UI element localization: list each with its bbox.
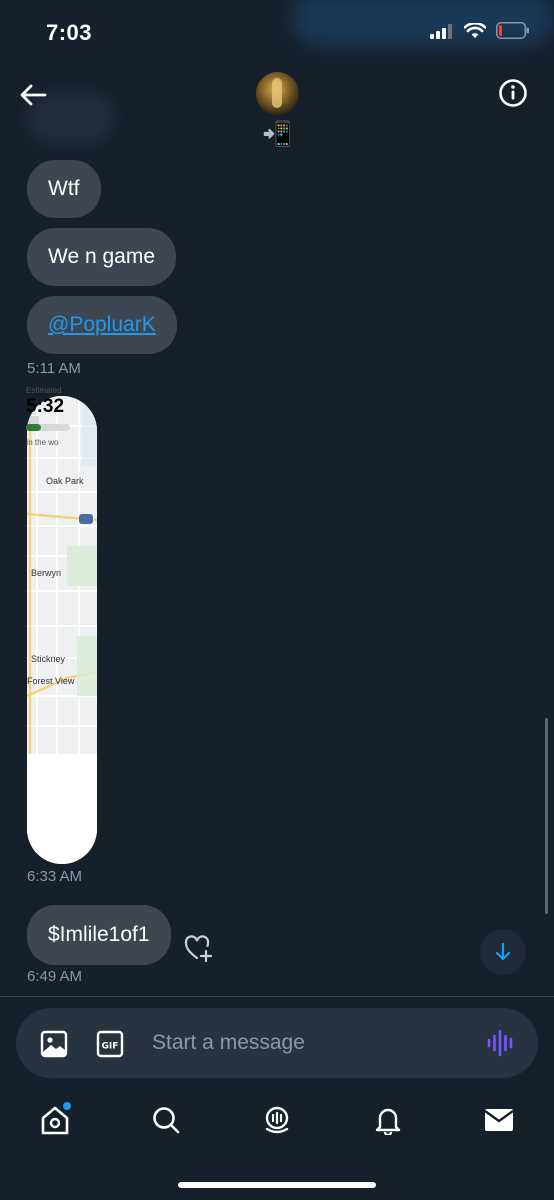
avatar[interactable] — [256, 72, 299, 115]
wifi-icon — [464, 22, 486, 38]
message-text: Wtf — [48, 177, 80, 200]
estimated-label: Estimated — [26, 386, 62, 395]
status-time: 7:03 — [46, 20, 93, 45]
map-info-panel — [27, 754, 97, 864]
message-bubble[interactable]: @PopluarK — [27, 296, 177, 354]
map-label: Berwyn — [31, 568, 62, 578]
add-gif-button[interactable]: GIF — [96, 1030, 124, 1058]
message-timestamp: 6:49 AM — [27, 968, 83, 985]
tab-notifications[interactable] — [370, 1102, 406, 1138]
tab-messages[interactable] — [481, 1102, 517, 1138]
header-display-name[interactable]: 📲 — [262, 120, 292, 150]
svg-text:GIF: GIF — [102, 1042, 119, 1052]
map-footer-text: In the wo — [26, 438, 59, 447]
gif-icon: GIF — [96, 1030, 124, 1058]
message-timestamp: 5:11 AM — [27, 360, 81, 377]
spaces-icon — [265, 1106, 289, 1134]
map-image: Oak Park Berwyn Stickney Forest View — [27, 396, 97, 754]
search-icon — [153, 1107, 180, 1134]
notification-dot — [63, 1102, 71, 1110]
message-composer: GIF — [16, 1008, 538, 1078]
message-bubble[interactable]: $Imlile1of1 — [27, 905, 171, 965]
image-icon — [40, 1030, 68, 1058]
map-image-card[interactable]: Oak Park Berwyn Stickney Forest View — [27, 396, 97, 864]
mention-link[interactable]: @PopluarK — [48, 313, 156, 337]
map-label: Forest View — [27, 676, 75, 686]
info-icon — [499, 79, 527, 107]
status-icons — [430, 22, 530, 39]
message-text: $Imlile1of1 — [48, 923, 150, 946]
scrollbar[interactable] — [545, 718, 548, 914]
tab-spaces[interactable] — [259, 1102, 295, 1138]
heart-plus-icon — [184, 935, 213, 963]
back-button[interactable] — [16, 78, 50, 112]
battery-icon — [496, 22, 529, 39]
tab-search[interactable] — [148, 1102, 184, 1138]
eta-progress-fill — [26, 424, 42, 431]
divider — [0, 996, 554, 997]
conversation-header: 📲 — [0, 64, 554, 160]
voice-message-button[interactable] — [486, 1028, 516, 1058]
map-label: Oak Park — [46, 476, 84, 486]
message-bubble[interactable]: Wtf — [27, 160, 101, 218]
react-button[interactable] — [184, 934, 214, 963]
signal-icon — [430, 23, 452, 39]
arrow-left-icon — [20, 84, 47, 106]
mail-icon — [484, 1109, 514, 1131]
home-indicator[interactable] — [178, 1182, 376, 1188]
message-timestamp: 6:33 AM — [27, 868, 83, 885]
message-text: We n game — [48, 245, 155, 268]
arrow-down-icon — [495, 942, 511, 961]
add-image-button[interactable] — [40, 1030, 68, 1058]
map-label: Stickney — [31, 654, 66, 664]
eta-time: 5:32 — [26, 396, 65, 417]
scroll-to-bottom-button[interactable] — [480, 929, 526, 975]
bell-icon — [375, 1108, 401, 1135]
status-bar: 7:03 — [0, 0, 554, 64]
bottom-tab-bar — [0, 1092, 554, 1172]
voice-icon — [487, 1029, 513, 1057]
message-bubble[interactable]: We n game — [27, 228, 176, 286]
eta-progress-track — [26, 424, 70, 431]
message-input[interactable] — [152, 1026, 452, 1060]
info-button[interactable] — [498, 78, 528, 108]
